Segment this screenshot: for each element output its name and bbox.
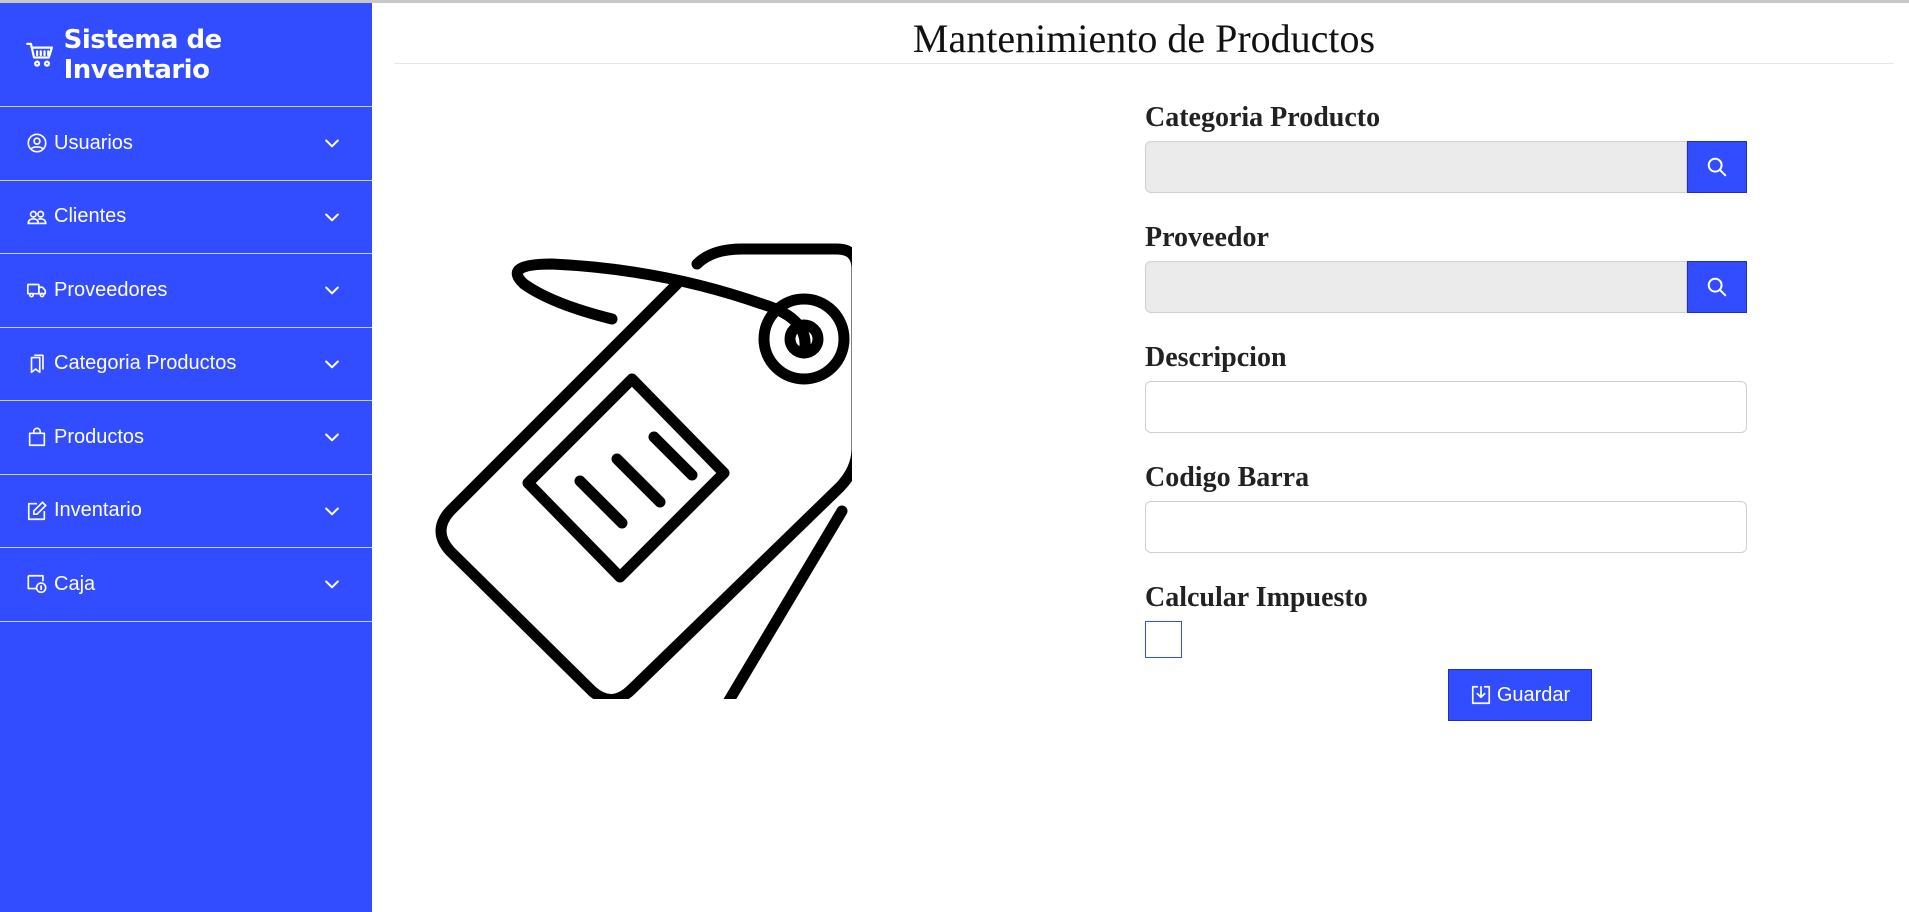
page-title: Mantenimiento de Productos [394,15,1894,64]
save-button[interactable]: Guardar [1448,669,1592,721]
truck-icon [26,279,48,301]
categoria-search-button[interactable] [1687,141,1747,193]
save-button-label: Guardar [1496,683,1571,706]
proveedor-input-group [1145,261,1747,313]
codigo-barra-field[interactable] [1145,501,1747,553]
person-circle-icon [26,132,48,154]
chevron-down-icon [322,354,342,374]
sidebar-item-label: Inventario [54,499,142,522]
proveedor-search-button[interactable] [1687,261,1747,313]
brand-title: Sistema de Inventario [63,24,223,85]
sidebar-item-productos[interactable]: Productos [0,401,372,475]
chevron-down-icon [322,207,342,227]
proveedor-label: Proveedor [1145,222,1269,253]
people-icon [26,206,48,228]
categoria-label: Categoria Producto [1145,102,1381,133]
sidebar-item-caja[interactable]: Caja [0,548,372,622]
download-icon [1471,685,1490,705]
codigo-barra-label: Codigo Barra [1145,462,1310,493]
categoria-field[interactable] [1145,141,1687,193]
brand[interactable]: Sistema de Inventario [0,3,372,107]
proveedor-field[interactable] [1145,261,1687,313]
chevron-down-icon [322,133,342,153]
sidebar-item-clientes[interactable]: Clientes [0,181,372,254]
sidebar-item-proveedores[interactable]: Proveedores [0,254,372,328]
main-content: Mantenimiento de Productos Categoria Pro… [372,3,1909,912]
search-icon [1707,277,1727,297]
chevron-down-icon [322,501,342,521]
sidebar-item-label: Clientes [54,205,127,228]
chevron-down-icon [322,574,342,594]
bag-icon [26,426,48,448]
sidebar-item-categoria-productos[interactable]: Categoria Productos [0,328,372,401]
sidebar-item-label: Proveedores [54,278,168,301]
chevron-down-icon [322,280,342,300]
product-form: Categoria Producto Proveedor Descripcion… [1145,101,1747,721]
sidebar-item-label: Usuarios [54,131,133,154]
sidebar-item-label: Caja [54,572,96,595]
chevron-down-icon [322,427,342,447]
bookmarks-icon [26,353,48,375]
sidebar-item-usuarios[interactable]: Usuarios [0,107,372,181]
sidebar-item-inventario[interactable]: Inventario [0,475,372,548]
sidebar-item-label: Productos [54,425,145,448]
price-tag-icon [435,243,852,699]
sidebar-item-label: Categoria Productos [54,352,237,375]
calcular-impuesto-label: Calcular Impuesto [1145,582,1368,613]
cash-register-icon [26,573,48,595]
sidebar: Sistema de Inventario Usuarios Clientes … [0,3,372,912]
cart-icon [26,42,54,67]
categoria-input-group [1145,141,1747,193]
descripcion-field[interactable] [1145,381,1747,433]
descripcion-label: Descripcion [1145,342,1287,373]
calcular-impuesto-checkbox[interactable] [1145,621,1182,658]
search-icon [1707,157,1727,177]
pencil-square-icon [26,500,48,522]
